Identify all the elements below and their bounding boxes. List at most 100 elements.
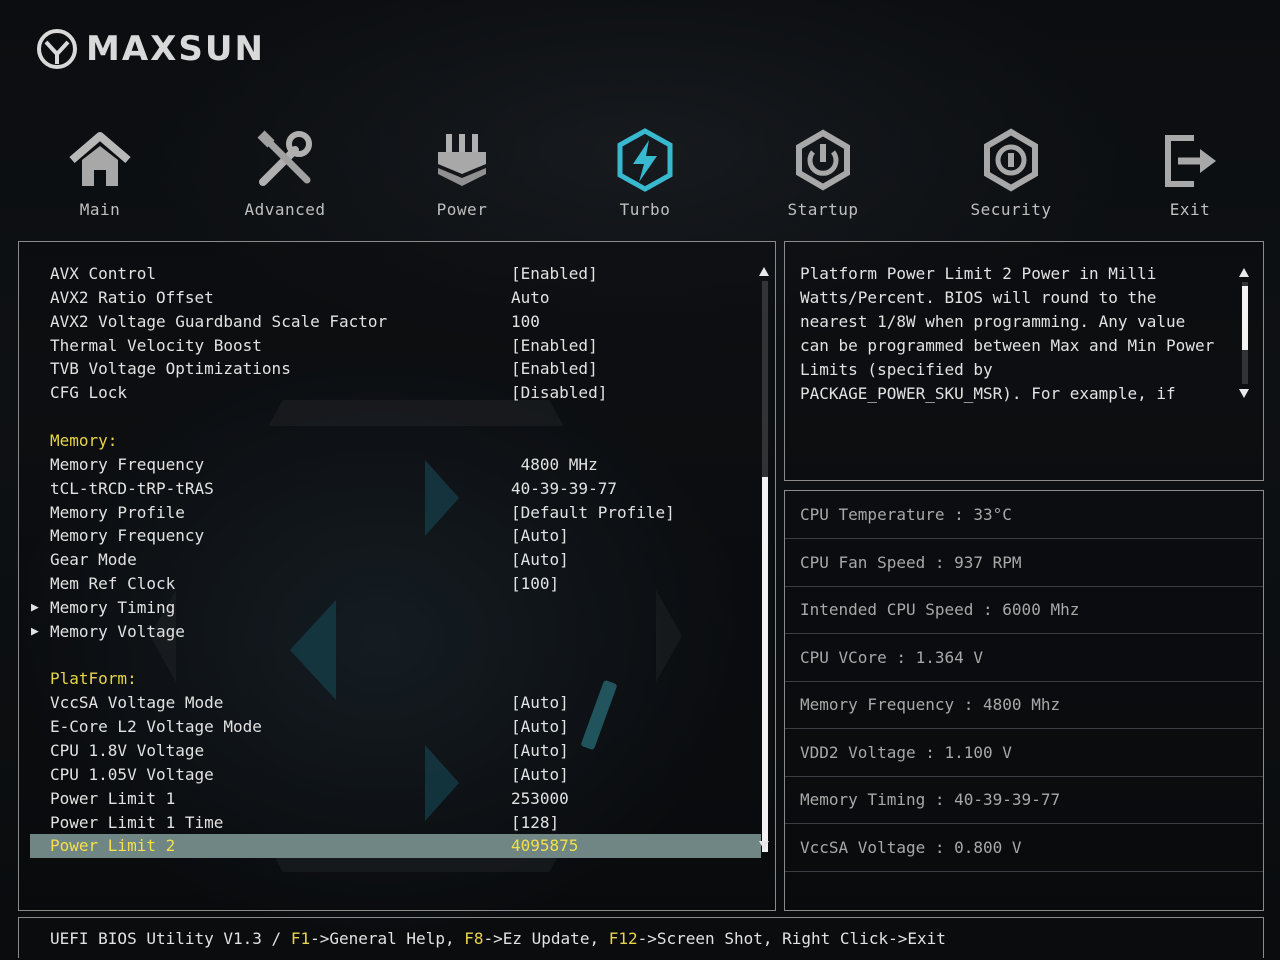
setting-row-vccsa-voltage-mode[interactable]: VccSA Voltage Mode [Auto]: [19, 691, 759, 715]
setting-value[interactable]: 4095875: [511, 834, 578, 858]
setting-row-power-limit-2[interactable]: Power Limit 2 4095875: [30, 834, 761, 859]
tab-turbo-label: Turbo: [619, 200, 671, 219]
tab-turbo[interactable]: Turbo: [570, 120, 720, 219]
setting-value[interactable]: [100]: [511, 572, 559, 596]
tab-main-label: Main: [79, 200, 121, 219]
setting-row-memory-frequency[interactable]: Memory Frequency 4800 MHz: [19, 453, 759, 477]
info-memory-frequency: Memory Frequency : 4800 Mhz: [785, 681, 1263, 729]
setting-value[interactable]: 100: [511, 310, 540, 334]
scroll-thumb[interactable]: [762, 477, 768, 852]
tab-security[interactable]: Security: [936, 120, 1086, 219]
setting-row-memory-profile[interactable]: Memory Profile [Default Profile]: [19, 501, 759, 525]
setting-value[interactable]: [Default Profile]: [511, 501, 675, 525]
setting-label: Power Limit 1 Time: [50, 812, 224, 832]
status-bar-text: UEFI BIOS Utility V1.3 / F1->General Hel…: [50, 928, 946, 950]
setting-label: VccSA Voltage Mode: [50, 693, 224, 713]
tab-advanced-label: Advanced: [244, 200, 326, 219]
setting-value[interactable]: [Auto]: [511, 691, 569, 715]
setting-label: E-Core L2 Voltage Mode: [50, 717, 262, 737]
info-cpu-temperature: CPU Temperature : 33°C: [785, 491, 1263, 539]
system-info-panel: CPU Temperature : 33°C CPU Fan Speed : 9…: [784, 490, 1264, 911]
help-scrollbar[interactable]: [1239, 268, 1249, 398]
setting-label: TVB Voltage Optimizations: [50, 359, 291, 379]
hotkey-f1-desc: ->General Help,: [310, 929, 465, 948]
setting-label: CPU 1.8V Voltage: [50, 741, 205, 760]
setting-label: CFG Lock: [50, 383, 128, 403]
setting-label: AVX Control: [50, 264, 156, 283]
setting-value[interactable]: 4800 MHz: [511, 453, 598, 477]
setting-value[interactable]: [Enabled]: [511, 357, 598, 381]
info-cpu-vcore: CPU VCore : 1.364 V: [785, 634, 1263, 682]
help-text: Platform Power Limit 2 Power in Milli Wa…: [800, 264, 1215, 403]
setting-value[interactable]: Auto: [511, 286, 550, 310]
tab-power[interactable]: Power: [387, 120, 537, 219]
scroll-up-arrow-icon[interactable]: [759, 267, 769, 276]
setting-row-memory-frequency[interactable]: Memory Frequency [Auto]: [19, 524, 759, 548]
setting-row-thermal-velocity-boost[interactable]: Thermal Velocity Boost [Enabled]: [19, 334, 759, 358]
maxsun-logo-icon: [37, 29, 77, 69]
setting-value[interactable]: [Enabled]: [511, 262, 598, 286]
power-icon: [796, 129, 850, 191]
setting-label: tCL-tRCD-tRP-tRAS: [50, 478, 214, 498]
setting-row-avx2-ratio-offset[interactable]: AVX2 Ratio Offset Auto: [19, 286, 759, 310]
submenu-arrow-icon: ▶: [31, 623, 39, 639]
setting-value[interactable]: [Auto]: [511, 763, 569, 787]
tab-main[interactable]: Main: [25, 120, 175, 219]
setting-row-tvb-voltage-optimizations[interactable]: TVB Voltage Optimizations [Enabled]: [19, 357, 759, 381]
setting-row-memory-voltage[interactable]: ▶ Memory Voltage: [19, 620, 759, 644]
brand-logo: MAXSUN: [36, 28, 265, 70]
setting-row-mem-ref-clock[interactable]: Mem Ref Clock [100]: [19, 572, 759, 596]
setting-value[interactable]: [Enabled]: [511, 334, 598, 358]
setting-label: CPU 1.05V Voltage: [50, 764, 214, 784]
help-scroll-down-arrow-icon[interactable]: [1239, 389, 1249, 398]
setting-label: AVX2 Voltage Guardband Scale Factor: [50, 311, 388, 331]
tab-exit[interactable]: Exit: [1115, 120, 1265, 219]
setting-value[interactable]: [Auto]: [511, 715, 569, 739]
setting-row-tcl-trcd-trp-tras[interactable]: tCL-tRCD-tRP-tRAS 40-39-39-77: [19, 477, 759, 501]
setting-row-e-core-l2-voltage-mode[interactable]: E-Core L2 Voltage Mode [Auto]: [19, 715, 759, 739]
setting-label: Thermal Velocity Boost: [50, 335, 262, 355]
setting-row-cpu-1-8v-voltage[interactable]: CPU 1.8V Voltage [Auto]: [19, 739, 759, 763]
setting-value[interactable]: [Disabled]: [511, 381, 607, 405]
info-cpu-fan-speed: CPU Fan Speed : 937 RPM: [785, 539, 1263, 587]
setting-row-avx-control[interactable]: AVX Control [Enabled]: [19, 262, 759, 286]
setting-value[interactable]: 253000: [511, 787, 569, 811]
help-scroll-thumb[interactable]: [1242, 286, 1248, 350]
setting-label: Mem Ref Clock: [50, 574, 176, 594]
status-bar: UEFI BIOS Utility V1.3 / F1->General Hel…: [18, 917, 1264, 958]
bios-version: UEFI BIOS Utility V1.3 /: [50, 929, 291, 948]
setting-label: Power Limit 2: [50, 836, 176, 856]
setting-row-power-limit-1[interactable]: Power Limit 1 253000: [19, 787, 759, 811]
setting-label: Memory Timing: [50, 597, 176, 617]
tab-advanced[interactable]: Advanced: [210, 120, 360, 219]
setting-row-power-limit-1-time[interactable]: Power Limit 1 Time [128]: [19, 811, 759, 835]
setting-value[interactable]: [Auto]: [511, 739, 569, 763]
setting-row-memory-timing[interactable]: ▶ Memory Timing: [19, 596, 759, 620]
brand-name: MAXSUN: [86, 29, 265, 69]
setting-label: Memory Frequency: [50, 454, 205, 474]
setting-row-cpu-1-05v-voltage[interactable]: CPU 1.05V Voltage [Auto]: [19, 763, 759, 787]
hotkey-f1: F1: [290, 929, 311, 948]
section-memory: Memory:: [19, 429, 759, 453]
tab-startup-label: Startup: [787, 200, 859, 219]
setting-row-gear-mode[interactable]: Gear Mode [Auto]: [19, 548, 759, 572]
setting-row-cfg-lock[interactable]: CFG Lock [Disabled]: [19, 381, 759, 405]
tab-startup[interactable]: Startup: [748, 120, 898, 219]
help-panel: Platform Power Limit 2 Power in Milli Wa…: [784, 241, 1264, 481]
exit-icon: [1165, 135, 1216, 187]
setting-value[interactable]: [Auto]: [511, 548, 569, 572]
info-intended-cpu-speed: Intended CPU Speed : 6000 Mhz: [785, 586, 1263, 634]
scroll-down-arrow-icon[interactable]: [759, 841, 769, 850]
setting-value[interactable]: [Auto]: [511, 524, 569, 548]
power-chip-icon: [438, 134, 486, 186]
help-scroll-up-arrow-icon[interactable]: [1239, 268, 1249, 277]
setting-value[interactable]: [128]: [511, 811, 559, 835]
hotkey-f8-desc: ->Ez Update,: [483, 929, 609, 948]
section-platform: PlatForm:: [19, 667, 759, 691]
setting-label: AVX2 Ratio Offset: [50, 287, 214, 307]
hotkey-f12-desc: ->Screen Shot, Right Click->Exit: [637, 929, 946, 948]
setting-value[interactable]: 40-39-39-77: [511, 477, 617, 501]
setting-row-avx2-voltage-guardband-scale-factor[interactable]: AVX2 Voltage Guardband Scale Factor 100: [19, 310, 759, 334]
submenu-arrow-icon: ▶: [31, 599, 39, 615]
settings-scrollbar[interactable]: [759, 267, 769, 852]
